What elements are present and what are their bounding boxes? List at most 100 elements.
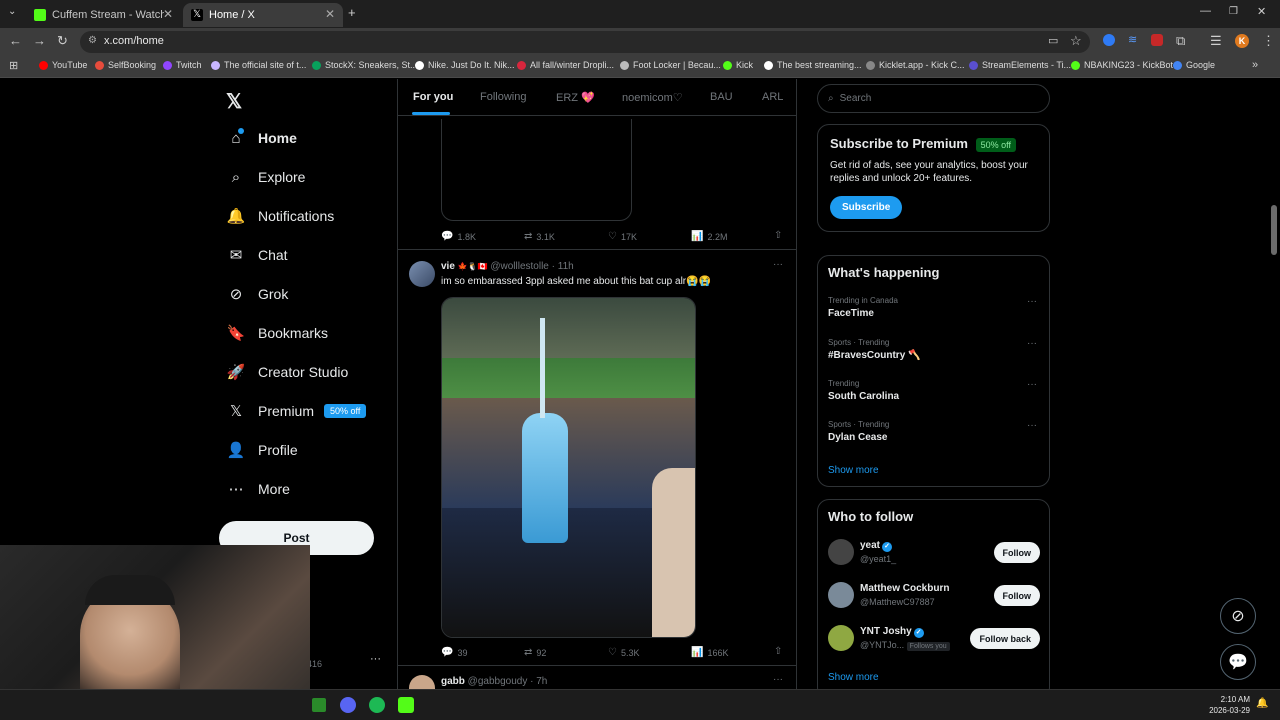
- restore-icon[interactable]: ❐: [1229, 6, 1238, 17]
- like-count[interactable]: ♡ 5.3K: [608, 647, 639, 658]
- site-info-icon[interactable]: ⚙: [88, 35, 97, 46]
- trend-more-icon[interactable]: ···: [1027, 379, 1037, 390]
- tab-erz[interactable]: ERZ 💖: [556, 91, 595, 104]
- chat-float-button[interactable]: 💬: [1220, 644, 1256, 680]
- reload-icon[interactable]: ↻: [57, 33, 68, 49]
- bookmark-item[interactable]: NBAKING23 - KickBot: [1071, 60, 1173, 70]
- view-count[interactable]: 📊 2.2M: [691, 231, 727, 242]
- system-clock[interactable]: 2:10 AM 2026-03-29: [1200, 694, 1250, 716]
- bookmark-item[interactable]: All fall/winter Dropli...: [517, 60, 614, 70]
- address-bar[interactable]: ⚙ x.com/home: [80, 31, 1090, 53]
- account-menu-icon[interactable]: ···: [370, 653, 381, 665]
- bookmark-item[interactable]: The best streaming...: [764, 60, 862, 70]
- reply-count[interactable]: 💬 39: [441, 647, 467, 658]
- bookmark-item[interactable]: Twitch: [163, 60, 202, 70]
- repost-count[interactable]: ⇄ 92: [524, 647, 546, 658]
- tab-search-icon[interactable]: ⌄: [8, 6, 16, 17]
- show-more-link[interactable]: Show more: [828, 465, 879, 476]
- bookmark-item[interactable]: YouTube: [39, 60, 87, 70]
- menu-kebab-icon[interactable]: ⋮: [1262, 33, 1275, 49]
- trend-item[interactable]: Trending in Canada FaceTime: [828, 296, 898, 319]
- extension-icon[interactable]: [1103, 34, 1115, 46]
- search-input[interactable]: ⌕ Search: [817, 84, 1050, 113]
- tab-following[interactable]: Following: [480, 91, 526, 103]
- follow-back-button[interactable]: Follow back: [970, 628, 1040, 649]
- avatar[interactable]: [409, 261, 435, 287]
- author-name[interactable]: gabb: [441, 676, 465, 687]
- sidebar-item-creator-studio[interactable]: 🚀 Creator Studio: [226, 358, 349, 386]
- close-tab-icon[interactable]: ✕: [163, 7, 173, 21]
- sidebar-item-more[interactable]: ⋯ More: [226, 475, 290, 503]
- bookmark-star-icon[interactable]: ☆: [1070, 33, 1082, 49]
- extensions-puzzle-icon[interactable]: ⧉: [1176, 33, 1185, 49]
- previous-post-media[interactable]: [441, 119, 632, 221]
- tab-for-you[interactable]: For you: [413, 91, 453, 103]
- like-count[interactable]: ♡ 17K: [608, 231, 637, 242]
- extension-icon[interactable]: [1151, 34, 1163, 46]
- minimize-icon[interactable]: —: [1200, 5, 1211, 17]
- apps-grid-icon[interactable]: ⊞: [9, 59, 18, 72]
- post-more-icon[interactable]: ···: [773, 259, 783, 270]
- more-bookmarks-icon[interactable]: »: [1252, 59, 1258, 71]
- follow-suggestion[interactable]: YNT Joshy ✓ @YNTJo... Follows you Follow …: [828, 625, 1040, 655]
- subscribe-button[interactable]: Subscribe: [830, 196, 903, 219]
- bookmark-item[interactable]: Kick: [723, 60, 753, 70]
- bookmark-item[interactable]: StreamElements - Ti...: [969, 60, 1071, 70]
- sidebar-item-grok[interactable]: ⊘ Grok: [226, 280, 289, 308]
- tab-noemicom[interactable]: noemicom♡: [622, 91, 683, 104]
- extension-icon[interactable]: ≋: [1128, 33, 1137, 46]
- sidebar-item-home[interactable]: ⌂ Home: [226, 124, 297, 152]
- forward-icon[interactable]: →: [33, 33, 46, 48]
- follow-suggestion[interactable]: Matthew Cockburn @MatthewC97887 Follow: [828, 582, 1040, 612]
- follow-button[interactable]: Follow: [993, 585, 1040, 606]
- repost-count[interactable]: ⇄ 3.1K: [524, 231, 555, 242]
- bookmark-item[interactable]: Foot Locker | Becau...: [620, 60, 721, 70]
- show-more-link[interactable]: Show more: [828, 672, 879, 683]
- view-count[interactable]: 📊 166K: [691, 647, 728, 658]
- share-icon[interactable]: ⇧: [774, 646, 782, 657]
- spotify-app-icon[interactable]: [369, 697, 385, 713]
- share-icon[interactable]: ⇧: [774, 230, 782, 241]
- sidebar-item-profile[interactable]: 👤 Profile: [226, 436, 298, 464]
- post-more-icon[interactable]: ···: [773, 674, 783, 685]
- sidebar-item-explore[interactable]: ⌕ Explore: [226, 163, 306, 191]
- author-handle[interactable]: @gabbgoudy: [468, 676, 528, 687]
- post-image[interactable]: [441, 297, 696, 638]
- author-name[interactable]: vie: [441, 261, 455, 272]
- grok-float-button[interactable]: ⊘: [1220, 598, 1256, 634]
- author-handle[interactable]: @wolllestolle: [490, 261, 549, 272]
- cast-icon[interactable]: ▭: [1048, 34, 1058, 47]
- sidebar-item-premium[interactable]: 𝕏 Premium 50% off: [226, 397, 367, 425]
- close-window-icon[interactable]: ✕: [1257, 5, 1266, 18]
- notification-bell-icon[interactable]: 🔔: [1256, 698, 1268, 709]
- reply-count[interactable]: 💬 1.8K: [441, 231, 476, 242]
- media-icon[interactable]: ☰: [1210, 33, 1222, 49]
- profile-avatar[interactable]: K: [1235, 34, 1249, 48]
- bookmark-item[interactable]: The official site of t...: [211, 60, 306, 70]
- avatar[interactable]: [409, 675, 435, 689]
- trend-item[interactable]: Trending South Carolina: [828, 379, 899, 402]
- x-logo-icon[interactable]: 𝕏: [226, 89, 242, 114]
- tab-bau[interactable]: BAU: [710, 91, 733, 103]
- post-time[interactable]: · 7h: [530, 676, 547, 687]
- trend-more-icon[interactable]: ···: [1027, 338, 1037, 349]
- discord-app-icon[interactable]: [340, 697, 356, 713]
- trend-more-icon[interactable]: ···: [1027, 420, 1037, 431]
- follow-suggestion[interactable]: yeat ✓ @yeat1_ Follow: [828, 539, 1040, 569]
- new-tab-icon[interactable]: +: [348, 5, 356, 20]
- bookmark-item[interactable]: Kicklet.app - Kick C...: [866, 60, 965, 70]
- tab-home-x[interactable]: 𝕏 Home / X ✕: [183, 3, 343, 27]
- trend-more-icon[interactable]: ···: [1027, 296, 1037, 307]
- back-icon[interactable]: ←: [9, 33, 22, 48]
- bookmark-item[interactable]: Nike. Just Do It. Nik...: [415, 60, 515, 70]
- scrollbar-thumb[interactable]: [1271, 205, 1277, 255]
- sidebar-item-bookmarks[interactable]: 🔖 Bookmarks: [226, 319, 328, 347]
- bookmark-item[interactable]: SelfBooking: [95, 60, 156, 70]
- close-tab-icon[interactable]: ✕: [325, 7, 335, 21]
- xbox-app-icon[interactable]: [312, 698, 326, 712]
- kick-app-icon[interactable]: [398, 697, 414, 713]
- tab-arl[interactable]: ARL: [762, 91, 783, 103]
- bookmark-item[interactable]: StockX: Sneakers, St...: [312, 60, 418, 70]
- trend-item[interactable]: Sports · Trending #BravesCountry 🪓: [828, 338, 920, 361]
- bookmark-item[interactable]: Google: [1173, 60, 1215, 70]
